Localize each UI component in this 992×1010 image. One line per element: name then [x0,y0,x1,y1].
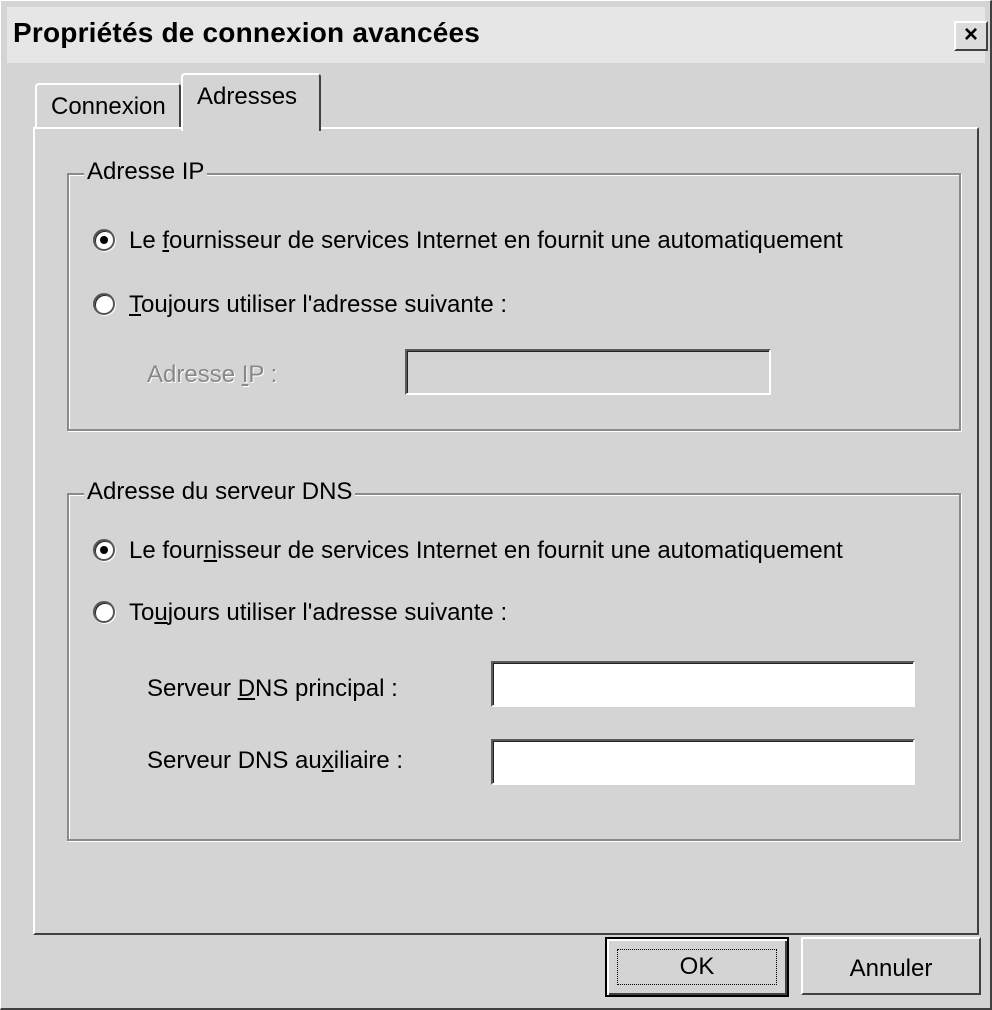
tab-adresses-label: Adresses [197,83,298,110]
dns-auto-radio[interactable] [93,539,115,561]
primary-dns-label: Serveur DNS principal : [147,675,398,702]
radio-selected-dot [100,546,108,554]
ip-address-input [405,349,771,395]
ip-manual-radio[interactable] [93,293,115,315]
cancel-button[interactable]: Annuler [801,937,981,995]
secondary-dns-input[interactable] [491,739,915,785]
dialog-window: Propriétés de connexion avancées × Conne… [0,0,992,1010]
dns-manual-radio[interactable] [93,601,115,623]
ok-button[interactable]: OK [605,937,789,997]
radio-selected-dot [100,236,108,244]
ip-manual-label: Toujours utiliser l'adresse suivante : [129,291,508,318]
cancel-button-label: Annuler [849,955,933,982]
secondary-dns-label: Serveur DNS auxiliaire : [147,747,404,774]
tab-adresses[interactable]: Adresses [181,73,321,131]
close-icon: × [963,21,978,48]
tab-connexion[interactable]: Connexion [35,83,181,129]
title-bar: Propriétés de connexion avancées × [7,7,988,63]
ip-auto-label: Le fournisseur de services Internet en f… [129,227,843,254]
ip-group-legend: Adresse IP [84,158,208,186]
dns-auto-label: Le fournisseur de services Internet en f… [129,537,843,564]
close-button[interactable]: × [954,21,988,51]
ip-auto-radio[interactable] [93,229,115,251]
ok-button-label: OK [679,953,715,980]
dns-group-legend: Adresse du serveur DNS [84,478,356,506]
primary-dns-input[interactable] [491,661,915,707]
tab-connexion-label: Connexion [51,93,166,120]
ip-address-label: Adresse IP : [147,361,278,388]
window-title: Propriétés de connexion avancées [13,17,481,48]
dns-manual-label: Toujours utiliser l'adresse suivante : [129,599,508,626]
